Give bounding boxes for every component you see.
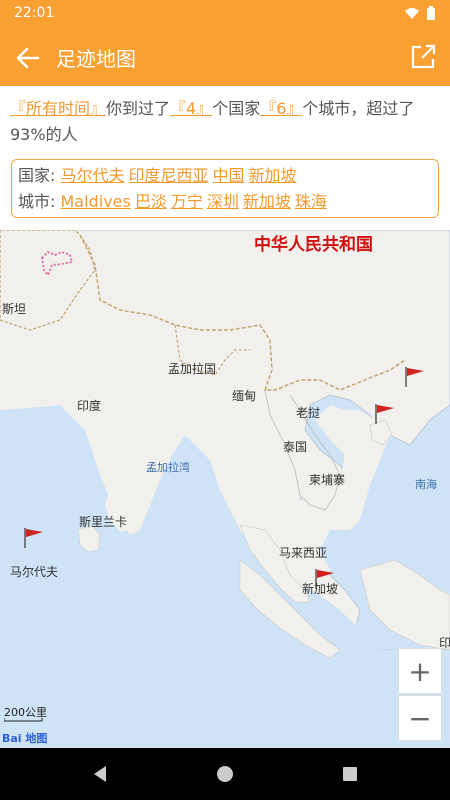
scale-bar bbox=[4, 718, 43, 722]
map-label-myanmar: 缅甸 bbox=[232, 389, 257, 403]
map-label-bangladesh: 孟加拉国 bbox=[168, 362, 217, 376]
nav-home-icon[interactable] bbox=[215, 764, 235, 784]
visited-flag-icon[interactable] bbox=[313, 567, 337, 591]
footprint-map[interactable]: 中华人民共和国 斯坦 孟加拉国 印度 缅甸 老挝 泰国 柬埔寨 孟加拉湾 南海 … bbox=[0, 230, 450, 748]
back-arrow-icon bbox=[16, 47, 40, 69]
zoom-out-button[interactable]: − bbox=[398, 695, 442, 741]
city-link[interactable]: Maldives bbox=[61, 192, 131, 211]
map-label-sri-lanka: 斯里兰卡 bbox=[79, 515, 128, 529]
map-label-india: 印度 bbox=[77, 399, 102, 413]
map-label-thailand: 泰国 bbox=[283, 440, 308, 454]
nav-recents-icon[interactable] bbox=[340, 764, 360, 784]
summary-text-2: 个国家 bbox=[212, 99, 261, 118]
summary-text: 『所有时间』你到过了『4』个国家『6』个城市，超过了93%的人 bbox=[10, 96, 440, 148]
baidu-map-logo: Bai 地图 bbox=[2, 732, 48, 745]
countries-row: 国家: 马尔代夫 印度尼西亚 中国 新加坡 bbox=[18, 163, 432, 189]
cities-count: 『6』 bbox=[260, 99, 303, 118]
visited-flag-icon[interactable] bbox=[403, 365, 427, 389]
countries-label: 国家: bbox=[18, 166, 56, 185]
country-link[interactable]: 中国 bbox=[213, 166, 245, 185]
map-label-pakistan: 斯坦 bbox=[2, 302, 27, 316]
countries-count: 『4』 bbox=[170, 99, 213, 118]
country-link[interactable]: 马尔代夫 bbox=[61, 166, 125, 185]
share-button[interactable] bbox=[408, 42, 438, 72]
map-label-malaysia: 马来西亚 bbox=[279, 546, 328, 560]
back-button[interactable] bbox=[12, 42, 44, 74]
page-title: 足迹地图 bbox=[56, 47, 136, 71]
city-link[interactable]: 巴淡 bbox=[135, 192, 167, 211]
country-link[interactable]: 新加坡 bbox=[249, 166, 297, 185]
city-link[interactable]: 万宁 bbox=[171, 192, 203, 211]
cities-label: 城市: bbox=[18, 192, 56, 211]
summary-text-1: 你到过了 bbox=[106, 99, 171, 118]
status-icons bbox=[404, 6, 436, 20]
period-link[interactable]: 『所有时间』 bbox=[10, 99, 106, 118]
map-label-south-china-sea: 南海 bbox=[415, 478, 437, 491]
map-label-cambodia: 柬埔寨 bbox=[309, 473, 346, 487]
city-link[interactable]: 珠海 bbox=[295, 192, 327, 211]
city-link[interactable]: 新加坡 bbox=[243, 192, 291, 211]
map-label-maldives: 马尔代夫 bbox=[10, 565, 59, 579]
city-link[interactable]: 深圳 bbox=[207, 192, 239, 211]
wifi-icon bbox=[405, 8, 419, 19]
zoom-in-button[interactable]: + bbox=[398, 648, 442, 694]
cities-row: 城市: Maldives 巴淡 万宁 深圳 新加坡 珠海 bbox=[18, 189, 432, 215]
visited-flag-icon[interactable] bbox=[373, 402, 397, 426]
system-nav-bar bbox=[0, 748, 450, 800]
map-label-bay-of-bengal: 孟加拉湾 bbox=[146, 461, 190, 474]
status-time: 22:01 bbox=[14, 5, 55, 21]
map-label-laos: 老挝 bbox=[296, 406, 321, 420]
map-label-china: 中华人民共和国 bbox=[254, 235, 373, 255]
app-bar: 足迹地图 bbox=[0, 28, 450, 86]
visited-places-box: 国家: 马尔代夫 印度尼西亚 中国 新加坡 城市: Maldives 巴淡 万宁 深圳 新加坡… bbox=[11, 159, 439, 218]
share-icon bbox=[411, 44, 436, 69]
status-bar: 22:01 bbox=[0, 0, 450, 28]
visited-flag-icon[interactable] bbox=[22, 526, 46, 550]
country-link[interactable]: 印度尼西亚 bbox=[129, 166, 209, 185]
battery-icon bbox=[427, 6, 435, 20]
nav-back-icon[interactable] bbox=[90, 764, 110, 784]
map-land bbox=[0, 230, 450, 748]
